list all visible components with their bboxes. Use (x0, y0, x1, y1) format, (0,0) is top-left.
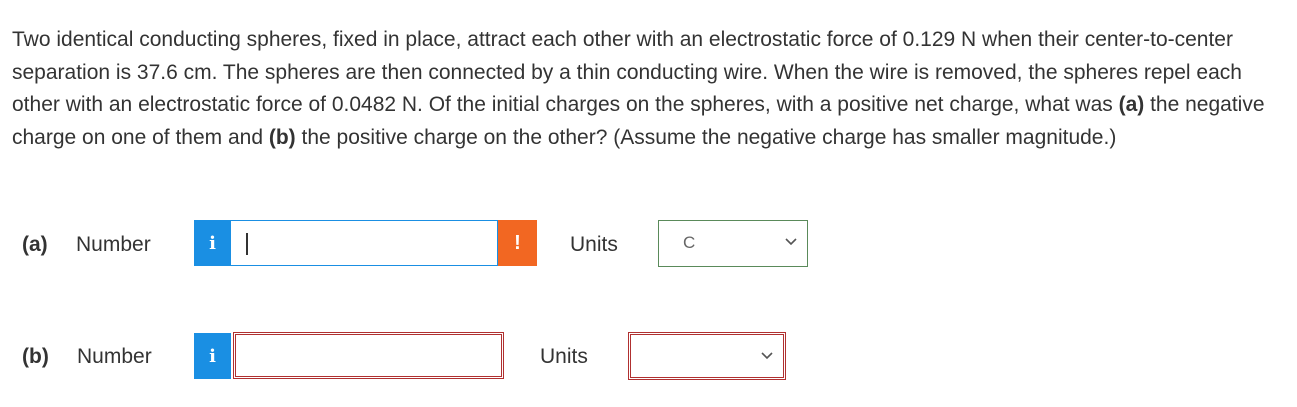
part-a-units-label: Units (570, 233, 618, 256)
part-a-number-input[interactable] (231, 220, 498, 266)
text-cursor (246, 233, 248, 255)
part-a-warning-icon[interactable]: ! (498, 220, 537, 266)
part-a-number-label: Number (76, 233, 151, 256)
question-post: the positive charge on the other? (Assum… (295, 125, 1117, 149)
question-text: Two identical conducting spheres, fixed … (12, 24, 1292, 154)
part-b-units-label: Units (540, 345, 588, 368)
part-a-units-selected: C (683, 233, 696, 252)
part-a-label: (a) (22, 233, 48, 256)
part-b-number-input[interactable] (233, 332, 504, 379)
question-part-b-marker: (b) (268, 125, 296, 149)
part-a-units-select[interactable]: C (658, 220, 808, 267)
part-b-number-label: Number (77, 345, 152, 368)
chevron-down-icon (761, 352, 773, 360)
part-b-units-select[interactable] (628, 332, 786, 380)
part-a-info-icon[interactable]: i (194, 220, 231, 266)
part-b-label: (b) (22, 345, 49, 368)
chevron-down-icon (785, 238, 797, 246)
question-part-a-marker: (a) (1118, 93, 1145, 116)
question-pre: Two identical conducting spheres, fixed … (12, 28, 1242, 116)
part-b-info-icon[interactable]: i (194, 333, 231, 379)
